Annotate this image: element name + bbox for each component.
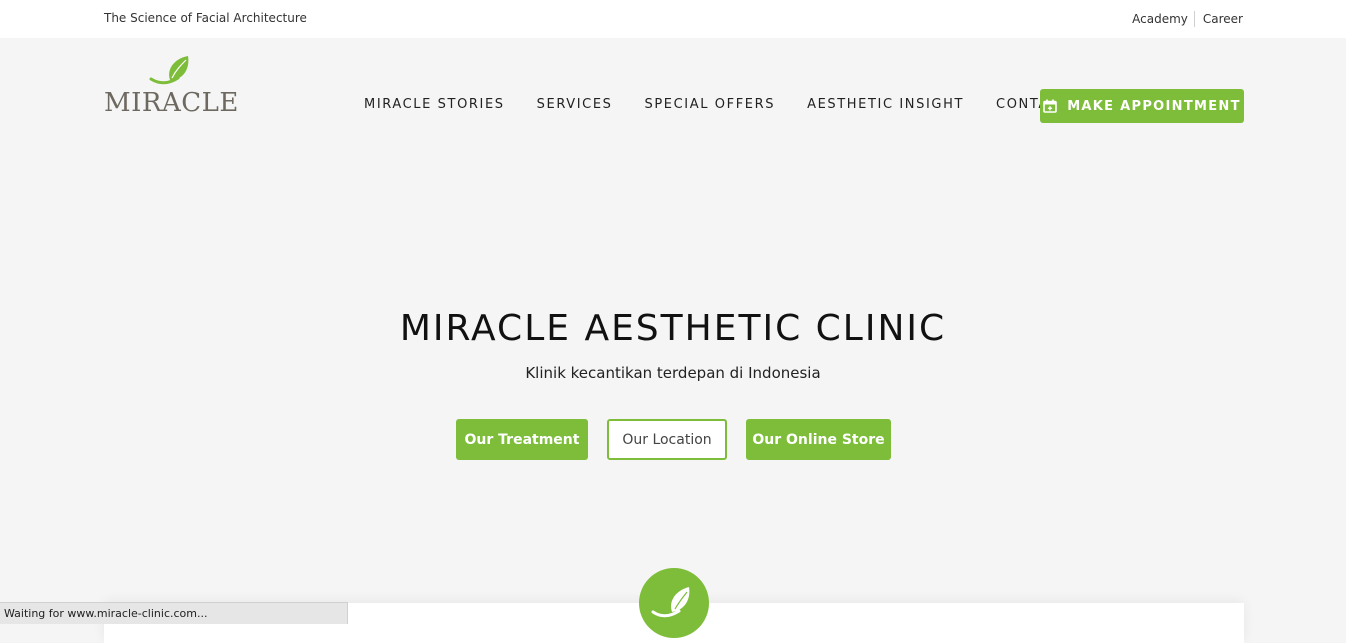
logo-text: MIRACLE xyxy=(104,88,239,118)
tagline: The Science of Facial Architecture xyxy=(104,11,307,25)
calendar-plus-icon xyxy=(1043,99,1057,113)
make-appointment-button[interactable]: MAKE APPOINTMENT xyxy=(1040,89,1244,123)
top-links: Academy Career xyxy=(1132,11,1243,27)
top-link-academy[interactable]: Academy xyxy=(1132,12,1188,26)
nav-item-special-offers[interactable]: SPECIAL OFFERS xyxy=(645,97,776,112)
browser-status-bar: Waiting for www.miracle-clinic.com... xyxy=(0,602,348,624)
main-nav: MIRACLE STORIES SERVICES SPECIAL OFFERS … xyxy=(364,97,1101,112)
leaf-icon xyxy=(651,587,690,618)
nav-item-miracle-stories[interactable]: MIRACLE STORIES xyxy=(364,97,505,112)
divider xyxy=(1193,11,1195,27)
nav-item-aesthetic-insight[interactable]: AESTHETIC INSIGHT xyxy=(807,97,964,112)
our-location-button[interactable]: Our Location xyxy=(607,419,727,460)
hero-title: MIRACLE AESTHETIC CLINIC xyxy=(399,308,947,349)
top-link-career[interactable]: Career xyxy=(1203,12,1243,26)
nav-item-services[interactable]: SERVICES xyxy=(537,97,613,112)
make-appointment-label: MAKE APPOINTMENT xyxy=(1067,98,1241,114)
hero-subtitle: Klinik kecantikan terdepan di Indonesia xyxy=(525,364,821,382)
our-online-store-button[interactable]: Our Online Store xyxy=(746,419,891,460)
miracle-logo[interactable]: MIRACLE xyxy=(104,54,244,120)
top-bar: The Science of Facial Architecture Acade… xyxy=(0,0,1346,38)
our-treatment-button[interactable]: Our Treatment xyxy=(456,419,588,460)
leaf-emblem xyxy=(639,568,709,638)
